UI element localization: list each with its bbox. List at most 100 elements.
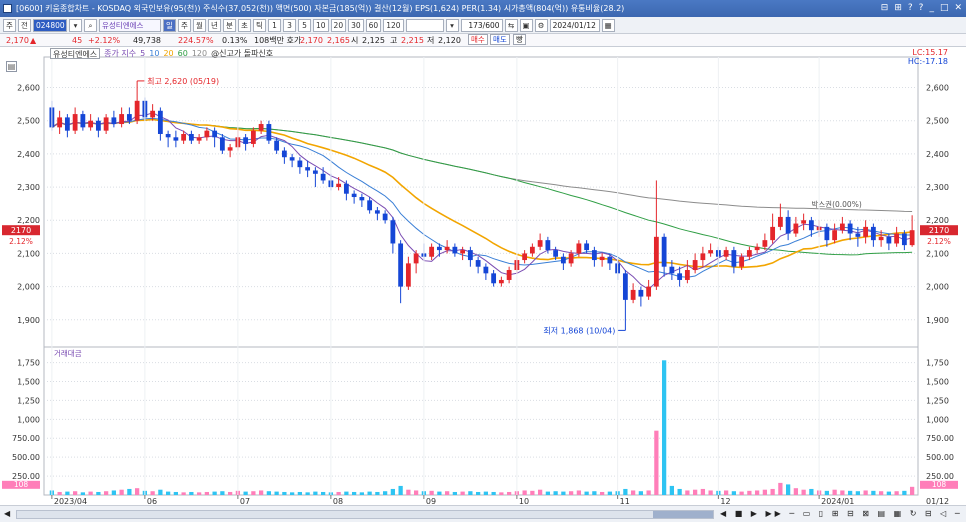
horizontal-scrollbar[interactable]	[16, 510, 714, 519]
volume-bar	[785, 484, 791, 495]
candle-body	[506, 270, 512, 280]
volume-bar	[96, 491, 101, 495]
minute-custom-input[interactable]	[405, 18, 444, 32]
price-ytick-left: 2,400	[17, 150, 40, 159]
volume-bar	[568, 491, 574, 495]
volume-bar	[599, 491, 605, 495]
date-input[interactable]: 2024/01/12	[549, 18, 600, 32]
price-tag-text: 2170	[11, 226, 31, 235]
period-day-button[interactable]: 일	[163, 18, 176, 32]
x-tick-label: 06	[147, 497, 157, 505]
candle-body	[553, 250, 559, 257]
minute-3-button[interactable]: 3	[283, 18, 296, 32]
volume-bar	[258, 490, 264, 495]
minute-60-button[interactable]: 60	[365, 18, 382, 32]
open-label: 시	[351, 36, 359, 45]
stock-code-input[interactable]: 024800	[33, 18, 67, 32]
volume-ytick-right: 1,250	[926, 396, 949, 405]
chart-svg: 2,600 2,600 2,500 2,500 2,400 2,400 2,300 2,300…	[2, 56, 958, 505]
save-icon[interactable]: ▣	[519, 18, 533, 32]
minute-120-button[interactable]: 120	[383, 18, 404, 32]
buy-button[interactable]: 매수	[468, 34, 488, 45]
period-week-button[interactable]: 주	[178, 18, 191, 32]
calendar-icon[interactable]: ▦	[601, 18, 615, 32]
window-help-button[interactable]: ?	[919, 0, 924, 17]
count-input[interactable]: 173/600	[460, 18, 503, 32]
chart-area[interactable]: 2,600 2,600 2,500 2,500 2,400 2,400 2,300 2,300…	[0, 47, 966, 522]
candle-body	[537, 240, 543, 247]
candle-body	[886, 236, 892, 244]
high-label: 고	[390, 36, 398, 45]
volume-bar	[80, 492, 86, 495]
volume-bar	[522, 490, 527, 495]
volume-ytick-left: 1,500	[17, 377, 40, 386]
legend-signal: @신고가 돌파신호	[211, 49, 274, 58]
volume-bar	[72, 491, 78, 495]
volume-bar	[809, 488, 814, 495]
code-dropdown-button[interactable]: ▾	[69, 18, 82, 32]
search-icon[interactable]: ⌕	[84, 18, 97, 32]
window-tile-button[interactable]: ⊟	[881, 0, 889, 17]
candle-body	[684, 270, 690, 280]
volume-ytick-right: 500.00	[926, 453, 954, 462]
volume-bar	[747, 490, 752, 495]
volume-bar	[739, 491, 744, 495]
candle-body	[731, 250, 737, 267]
window-minimize-button[interactable]: _	[929, 0, 934, 17]
change-rate: +2.12%	[88, 36, 121, 45]
candle-body	[591, 250, 597, 261]
candle-body	[839, 223, 845, 231]
minute-20-button[interactable]: 20	[330, 18, 347, 32]
minute-5-button[interactable]: 5	[298, 18, 311, 32]
minute-30-button[interactable]: 30	[348, 18, 364, 32]
volume-bar	[173, 491, 179, 495]
panel-toggle-icon[interactable]: ▤	[6, 61, 17, 72]
candle-body	[382, 213, 388, 221]
scroll-left-icon[interactable]: ◀	[4, 509, 10, 518]
window-pin-button[interactable]: ?	[908, 0, 913, 17]
extra-order-button[interactable]: 빵	[513, 34, 526, 45]
legend-stock-name[interactable]: 유성티엔에스	[50, 48, 101, 59]
playback-controls[interactable]: ◀ ■ ▶ ▶▶ ─ ▭ ▯ ⊞ ⊟ ⊠ ▤ ▦ ↻ ⊟ ◁ ─ ▷ ✚ ⊖	[720, 509, 966, 518]
candle-body	[739, 256, 745, 267]
volume-ytick-left: 1,750	[17, 359, 40, 368]
price-ytick-right: 2,200	[926, 216, 949, 225]
volume-ytick-right: 1,750	[926, 359, 949, 368]
period-second-button[interactable]: 초	[238, 18, 251, 32]
lc-label: LC:15.17	[912, 48, 948, 57]
prev-button[interactable]: 전	[18, 18, 31, 32]
candle-body	[770, 226, 776, 241]
volume-bar	[576, 490, 582, 495]
candle-body	[196, 137, 202, 141]
sell-button[interactable]: 매도	[490, 34, 510, 45]
volume-bar	[638, 491, 644, 495]
main-menu-button[interactable]: 주	[3, 18, 16, 32]
scrollbar-thumb[interactable]	[653, 511, 713, 518]
gear-icon[interactable]: ⚙	[534, 18, 548, 32]
minute-10-button[interactable]: 10	[313, 18, 329, 32]
turnover-rate: 0.13%	[222, 36, 248, 45]
period-minute-button[interactable]: 분	[223, 18, 236, 32]
volume-bar	[382, 491, 388, 495]
count-value: 173	[468, 20, 483, 30]
period-month-button[interactable]: 월	[193, 18, 206, 32]
price-ytick-right: 2,600	[926, 84, 949, 93]
window-close-button[interactable]: ✕	[954, 0, 962, 17]
low-label: 저	[427, 36, 435, 45]
candle-body	[863, 226, 869, 237]
period-year-button[interactable]: 년	[208, 18, 221, 32]
window-split-button[interactable]: ⊞	[894, 0, 902, 17]
period-tick-button[interactable]: 틱	[253, 18, 266, 32]
minute-dropdown-button[interactable]: ▾	[445, 18, 459, 32]
volume-bar	[111, 490, 117, 495]
minute-1-button[interactable]: 1	[268, 18, 281, 32]
volume-bar	[731, 491, 737, 495]
candle-body	[630, 289, 636, 300]
window-title: [0600] 키움종합차트 - KOSDAQ 외국인보유(95(천)) 주식수(…	[16, 4, 625, 13]
candle-body	[88, 120, 94, 128]
volume-bar	[134, 488, 140, 495]
window-maximize-button[interactable]: □	[940, 0, 949, 17]
lookup-icon[interactable]: ⇆	[504, 18, 518, 32]
bottom-scroll-bar: ◀ ◀ ■ ▶ ▶▶ ─ ▭ ▯ ⊞ ⊟ ⊠ ▤ ▦ ↻ ⊟ ◁ ─ ▷ ✚ ⊖	[0, 505, 966, 522]
volume-tag-text: 108	[14, 480, 29, 489]
